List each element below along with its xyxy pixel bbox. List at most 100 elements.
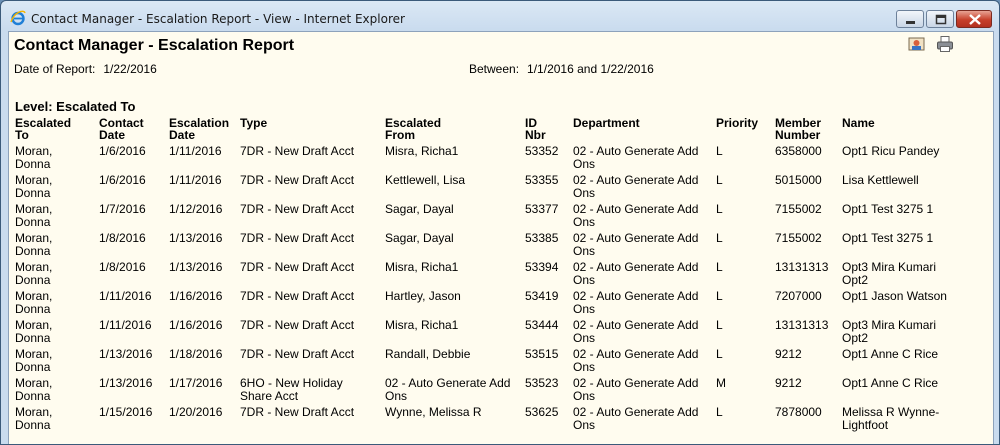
contact-date-cell: 1/13/2016: [99, 376, 153, 390]
table-row: Moran, Donna 1/8/2016 1/13/2016 7DR - New Dr…: [15, 260, 975, 289]
escalated-to-cell: Moran, Donna: [15, 405, 53, 432]
priority-cell: L: [716, 144, 723, 158]
date-range-label: Between:: [469, 62, 520, 76]
user-icon[interactable]: [908, 35, 926, 53]
escalation-date-cell: 1/18/2016: [169, 347, 223, 361]
escalated-to-cell: Moran, Donna: [15, 231, 53, 258]
column-header: Name: [842, 116, 875, 130]
escalation-date-cell: 1/11/2016: [169, 144, 222, 158]
report-date-value: 1/22/2016: [103, 62, 157, 76]
contact-date-cell: 1/15/2016: [99, 405, 153, 419]
escalation-date-cell: 1/20/2016: [169, 405, 223, 419]
escalated-from-cell: Sagar, Dayal: [385, 231, 454, 245]
escalated-from-cell: Randall, Debbie: [385, 347, 471, 361]
id-cell: 53352: [525, 144, 559, 158]
maximize-icon: [935, 14, 947, 25]
department-cell: 02 - Auto Generate Add Ons: [573, 260, 699, 287]
type-cell: 7DR - New Draft Acct: [240, 202, 355, 216]
table-row: Moran, Donna 1/15/2016 1/20/2016 7DR - New D…: [15, 405, 975, 434]
type-cell: 7DR - New Draft Acct: [240, 260, 355, 274]
escalated-from-cell: Sagar, Dayal: [385, 202, 454, 216]
priority-cell: L: [716, 289, 723, 303]
escalation-date-cell: 1/12/2016: [169, 202, 223, 216]
close-icon: [969, 14, 981, 25]
escalation-date-cell: 1/13/2016: [169, 260, 223, 274]
type-cell: 7DR - New Draft Acct: [240, 289, 355, 303]
member-number-cell: 9212: [775, 376, 802, 390]
contact-date-cell: 1/8/2016: [99, 260, 146, 274]
priority-cell: L: [716, 260, 723, 274]
table-row: Moran, Donna 1/11/2016 1/16/2016 7DR - New D…: [15, 289, 975, 318]
report-content: Contact Manager - Escalation Report Date…: [8, 31, 994, 444]
escalation-date-cell: 1/17/2016: [169, 376, 223, 390]
type-cell: 7DR - New Draft Acct: [240, 405, 355, 419]
escalation-date-cell: 1/16/2016: [169, 318, 223, 332]
printer-icon[interactable]: [936, 35, 954, 53]
level-heading: Level: Escalated To: [15, 99, 136, 114]
table-row: Moran, Donna 1/13/2016 1/18/2016 7DR - New D…: [15, 347, 975, 376]
type-cell: 7DR - New Draft Acct: [240, 144, 355, 158]
id-cell: 53394: [525, 260, 559, 274]
member-number-cell: 5015000: [775, 173, 822, 187]
table-body: Moran, Donna 1/6/2016 1/11/2016 7DR - New Dr…: [15, 144, 975, 434]
column-header: Contact Date: [99, 116, 144, 142]
table-row: Moran, Donna 1/11/2016 1/16/2016 7DR - New D…: [15, 318, 975, 347]
name-cell: Lisa Kettlewell: [842, 173, 919, 187]
department-cell: 02 - Auto Generate Add Ons: [573, 318, 699, 345]
maximize-button[interactable]: [926, 10, 954, 28]
column-header: Type: [240, 116, 268, 130]
escalated-from-cell: Kettlewell, Lisa: [385, 173, 466, 187]
escalated-from-cell: Misra, Richa1: [385, 318, 459, 332]
id-cell: 53515: [525, 347, 559, 361]
contact-date-cell: 1/7/2016: [99, 202, 146, 216]
escalation-table: Escalated To Contact Date Escalation Date T…: [15, 116, 975, 434]
report-date: Date of Report: 1/22/2016: [14, 62, 157, 76]
member-number-cell: 7155002: [775, 202, 822, 216]
name-cell: Opt3 Mira Kumari Opt2: [842, 318, 937, 345]
contact-date-cell: 1/13/2016: [99, 347, 153, 361]
member-number-cell: 7878000: [775, 405, 822, 419]
department-cell: 02 - Auto Generate Add Ons: [573, 202, 699, 229]
escalation-date-cell: 1/11/2016: [169, 173, 222, 187]
id-cell: 53625: [525, 405, 559, 419]
title-bar[interactable]: Contact Manager - Escalation Report - Vi…: [1, 1, 999, 31]
minimize-button[interactable]: [896, 10, 924, 28]
escalated-to-cell: Moran, Donna: [15, 347, 53, 374]
date-range: Between: 1/1/2016 and 1/22/2016: [469, 62, 654, 76]
column-header: Priority: [716, 116, 759, 130]
type-cell: 7DR - New Draft Acct: [240, 318, 355, 332]
header-row: Escalated To Contact Date Escalation Date T…: [15, 116, 975, 144]
column-header: Escalated From: [385, 116, 442, 142]
priority-cell: L: [716, 231, 723, 245]
member-number-cell: 13131313: [775, 260, 829, 274]
table-row: Moran, Donna 1/7/2016 1/12/2016 7DR - New Dr…: [15, 202, 975, 231]
column-header: ID Nbr: [525, 116, 546, 142]
type-cell: 7DR - New Draft Acct: [240, 231, 355, 245]
contact-date-cell: 1/6/2016: [99, 144, 146, 158]
name-cell: Opt1 Test 3275 1: [842, 231, 934, 245]
column-header: Member Number: [775, 116, 822, 142]
internet-explorer-icon: [10, 10, 26, 26]
department-cell: 02 - Auto Generate Add Ons: [573, 347, 699, 374]
name-cell: Opt1 Anne C Rice: [842, 347, 939, 361]
priority-cell: L: [716, 405, 723, 419]
report-title: Contact Manager - Escalation Report: [14, 37, 295, 54]
column-header: Department: [573, 116, 640, 130]
contact-date-cell: 1/11/2016: [99, 318, 152, 332]
name-cell: Opt1 Jason Watson: [842, 289, 947, 303]
close-button[interactable]: [956, 10, 992, 28]
type-cell: 7DR - New Draft Acct: [240, 173, 355, 187]
name-cell: Opt1 Ricu Pandey: [842, 144, 940, 158]
priority-cell: L: [716, 347, 723, 361]
priority-cell: L: [716, 173, 723, 187]
department-cell: 02 - Auto Generate Add Ons: [573, 376, 699, 403]
name-cell: Melissa R Wynne- Lightfoot: [842, 405, 940, 432]
department-cell: 02 - Auto Generate Add Ons: [573, 173, 699, 200]
id-cell: 53523: [525, 376, 559, 390]
department-cell: 02 - Auto Generate Add Ons: [573, 231, 699, 258]
escalated-to-cell: Moran, Donna: [15, 144, 53, 171]
id-cell: 53377: [525, 202, 559, 216]
id-cell: 53355: [525, 173, 559, 187]
id-cell: 53419: [525, 289, 559, 303]
member-number-cell: 13131313: [775, 318, 829, 332]
